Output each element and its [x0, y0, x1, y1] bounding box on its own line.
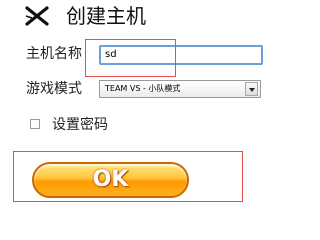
password-checkbox[interactable] — [30, 119, 40, 129]
game-mode-select[interactable]: TEAM VS - 小队模式 — [99, 80, 261, 98]
create-host-dialog: 创建主机 主机名称 sd 游戏模式 TEAM VS - 小队模式 设置密码 OK — [0, 0, 290, 202]
password-label[interactable]: 设置密码 — [52, 116, 108, 134]
highlight-box-ok-button — [13, 151, 243, 202]
dialog-title: 创建主机 — [66, 4, 146, 28]
host-name-label: 主机名称 — [26, 46, 82, 62]
close-icon[interactable] — [24, 5, 50, 27]
game-mode-label: 游戏模式 — [26, 81, 82, 97]
game-mode-selected-value: TEAM VS - 小队模式 — [105, 84, 181, 93]
highlight-box-host-name — [85, 39, 176, 77]
chevron-down-icon[interactable] — [245, 82, 258, 96]
